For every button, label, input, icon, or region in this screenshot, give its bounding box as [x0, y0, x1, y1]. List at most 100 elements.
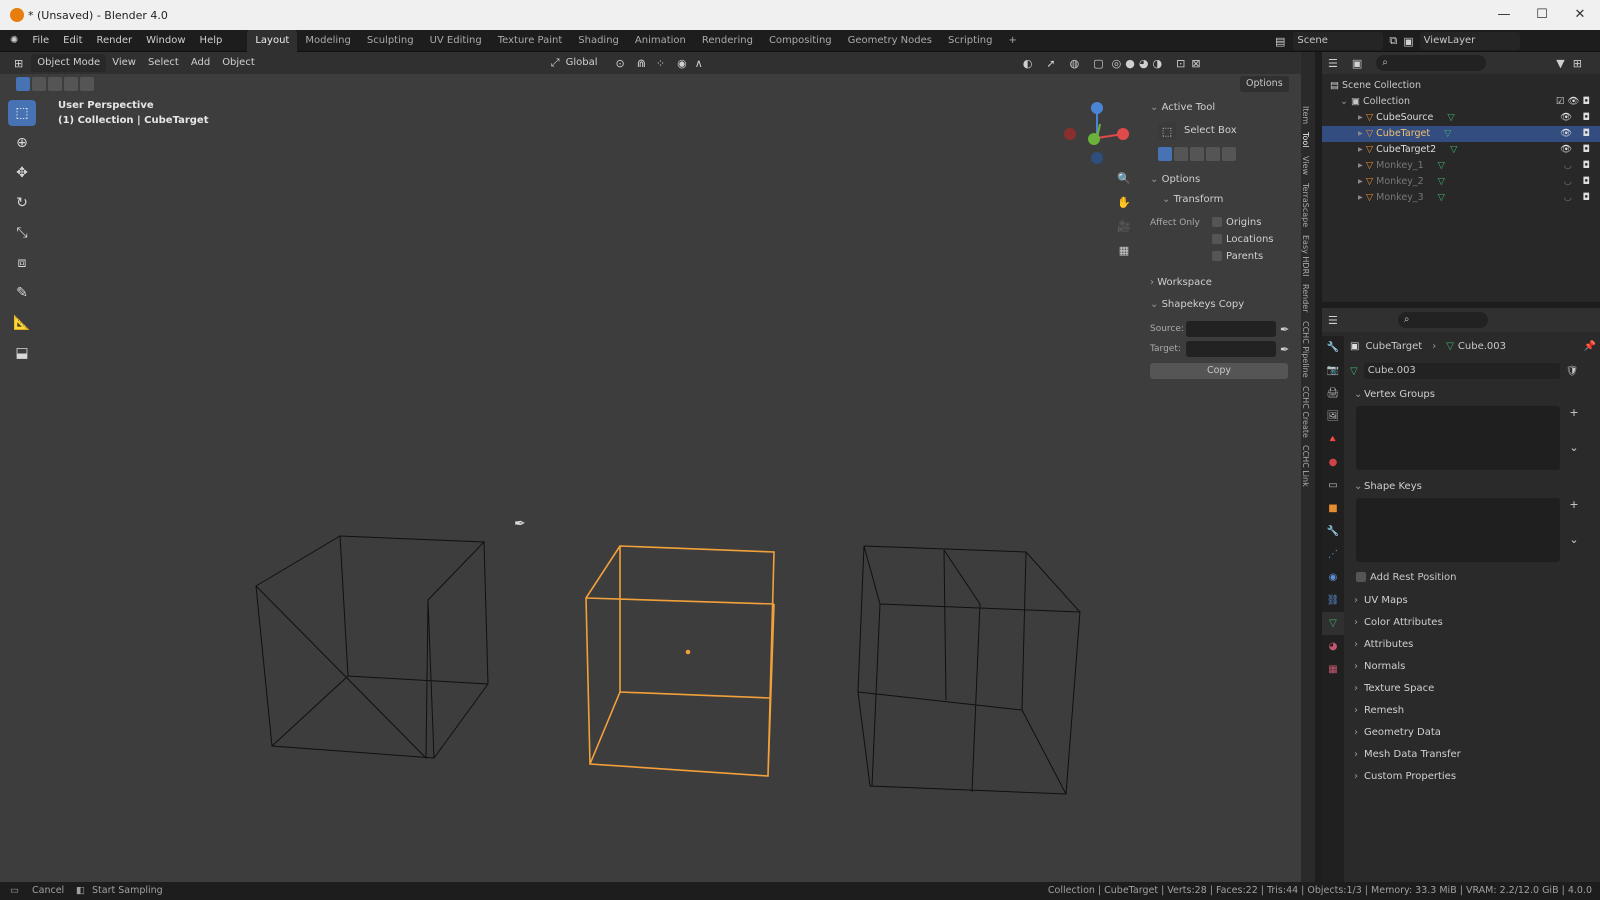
render-camera-icon[interactable]: ◘ — [1582, 110, 1590, 126]
tab-cchc-link[interactable]: CCHC Link — [1301, 441, 1310, 491]
texture-props-icon[interactable]: ▦ — [1322, 658, 1344, 681]
vertex-groups-list[interactable] — [1356, 406, 1560, 470]
add-shape-key-icon[interactable]: + — [1566, 498, 1582, 511]
add-vertex-group-icon[interactable]: + — [1566, 406, 1582, 419]
target-eyedropper-icon[interactable]: ✒ — [1280, 343, 1289, 356]
outliner-editor-icon[interactable]: ☰ — [1328, 57, 1338, 70]
property-section-mesh-data-transfer[interactable]: › Mesh Data Transfer — [1350, 744, 1596, 766]
properties-editor-icon[interactable]: ☰ — [1328, 314, 1338, 327]
breadcrumb-mesh[interactable]: Cube.003 — [1458, 341, 1506, 352]
tab-cchc-pipeline[interactable]: CCHC Pipeline — [1301, 317, 1310, 382]
expand-arrow-icon[interactable]: ▸ — [1358, 112, 1363, 123]
scene-props-icon[interactable]: 🔺 — [1322, 428, 1344, 451]
properties-search-input[interactable]: ⌕ — [1397, 312, 1488, 328]
view-layer-props-icon[interactable]: 🖼 — [1322, 405, 1344, 428]
navigation-gizmo[interactable] — [1064, 102, 1129, 164]
tab-animation[interactable]: Animation — [627, 30, 694, 52]
transform-header[interactable]: Transform — [1174, 194, 1224, 205]
locations-checkbox[interactable] — [1212, 234, 1222, 244]
target-field[interactable] — [1186, 341, 1276, 357]
vertex-group-menu-icon[interactable]: ⌄ — [1566, 441, 1582, 454]
source-eyedropper-icon[interactable]: ✒ — [1280, 323, 1289, 336]
property-section-geometry-data[interactable]: › Geometry Data — [1350, 722, 1596, 744]
camera-icon[interactable]: 🎥 — [1114, 220, 1134, 244]
property-section-normals[interactable]: › Normals — [1350, 656, 1596, 678]
origins-checkbox[interactable] — [1212, 217, 1222, 227]
render-camera-icon[interactable]: ◘ — [1582, 142, 1590, 158]
add-workspace-button[interactable]: + — [1000, 30, 1024, 52]
shape-key-menu-icon[interactable]: ⌄ — [1566, 533, 1582, 546]
tab-layout[interactable]: Layout — [247, 29, 298, 52]
visibility-eye-icon[interactable]: ◡ — [1564, 190, 1572, 206]
tab-cchc-create[interactable]: CCHC Create — [1301, 382, 1310, 442]
grid-view-icon[interactable]: ▦ — [1114, 244, 1134, 268]
world-props-icon[interactable]: ● — [1322, 451, 1344, 474]
source-field[interactable] — [1186, 321, 1276, 337]
render-camera-icon[interactable]: ◘ — [1582, 158, 1590, 174]
expand-arrow-icon[interactable]: ▸ — [1358, 144, 1363, 155]
render-props-icon[interactable]: 📷 — [1322, 359, 1344, 382]
tab-rendering[interactable]: Rendering — [694, 30, 761, 52]
shape-keys-panel[interactable]: ⌄ Shape Keys — [1350, 476, 1596, 498]
parents-checkbox[interactable] — [1212, 251, 1222, 261]
3d-viewport[interactable]: ⊞ Object Mode View Select Add Object ⤢ G… — [0, 52, 1308, 882]
mode-new-icon[interactable] — [1158, 147, 1172, 161]
object-props-icon[interactable]: ■ — [1322, 497, 1344, 520]
mode-invert-icon[interactable] — [1206, 147, 1220, 161]
visibility-eye-icon[interactable]: 👁 — [1560, 110, 1572, 126]
tab-shading[interactable]: Shading — [570, 30, 627, 52]
property-section-remesh[interactable]: › Remesh — [1350, 700, 1596, 722]
visibility-eye-icon[interactable]: ◡ — [1564, 174, 1572, 190]
copy-button[interactable]: Copy — [1150, 363, 1288, 379]
view-layer-selector[interactable]: ViewLayer — [1419, 32, 1520, 50]
tab-item[interactable]: Item — [1301, 102, 1310, 128]
zoom-icon[interactable]: 🔍 — [1114, 172, 1134, 196]
maximize-button[interactable]: ☐ — [1533, 6, 1551, 24]
mode-extend-icon[interactable] — [1174, 147, 1188, 161]
render-camera-icon[interactable]: ◘ — [1582, 174, 1590, 190]
physics-props-icon[interactable]: ◉ — [1322, 566, 1344, 589]
breadcrumb-object[interactable]: CubeTarget — [1365, 341, 1422, 352]
outliner-object-row[interactable]: ▸ ▽ Monkey_1 ▽ ◡ ◘ — [1322, 158, 1600, 174]
tab-view[interactable]: View — [1301, 152, 1310, 179]
tab-easy-hdri[interactable]: Easy HDRI — [1301, 231, 1310, 281]
outliner-object-row[interactable]: ▸ ▽ Monkey_2 ▽ ◡ ◘ — [1322, 174, 1600, 190]
tab-render[interactable]: Render — [1301, 280, 1310, 316]
tab-uv-editing[interactable]: UV Editing — [422, 30, 490, 52]
property-section-uv-maps[interactable]: › UV Maps — [1350, 590, 1596, 612]
outliner-object-row[interactable]: ▸ ▽ CubeTarget ▽ 👁 ◘ — [1322, 126, 1600, 142]
tool-props-icon[interactable]: 🔧 — [1322, 336, 1344, 359]
fake-user-icon[interactable]: 🛡 — [1566, 366, 1579, 377]
workspace-header[interactable]: Workspace — [1157, 277, 1212, 288]
tab-sculpting[interactable]: Sculpting — [359, 30, 422, 52]
output-props-icon[interactable]: 🖨 — [1322, 382, 1344, 405]
render-camera-icon[interactable]: ◘ — [1582, 190, 1590, 206]
tab-modeling[interactable]: Modeling — [297, 30, 359, 52]
tab-terrascape[interactable]: TerraScape — [1301, 179, 1310, 231]
outliner-object-row[interactable]: ▸ ▽ CubeTarget2 ▽ 👁 ◘ — [1322, 142, 1600, 158]
tab-compositing[interactable]: Compositing — [761, 30, 840, 52]
visibility-eye-icon[interactable]: ◡ — [1564, 158, 1572, 174]
close-button[interactable]: ✕ — [1571, 6, 1589, 24]
tab-geometry-nodes[interactable]: Geometry Nodes — [840, 30, 940, 52]
menu-render[interactable]: Render — [90, 30, 140, 52]
shape-keys-list[interactable] — [1356, 498, 1560, 562]
vertex-groups-panel[interactable]: ⌄ Vertex Groups — [1350, 384, 1596, 406]
property-section-attributes[interactable]: › Attributes — [1350, 634, 1596, 656]
mesh-name-field[interactable]: Cube.003 — [1363, 363, 1560, 379]
mode-subtract-icon[interactable] — [1190, 147, 1204, 161]
property-section-color-attributes[interactable]: › Color Attributes — [1350, 612, 1596, 634]
outliner-object-row[interactable]: ▸ ▽ Monkey_3 ▽ ◡ ◘ — [1322, 190, 1600, 206]
property-section-texture-space[interactable]: › Texture Space — [1350, 678, 1596, 700]
collection-props-icon[interactable]: ▭ — [1322, 474, 1344, 497]
visibility-eye-icon[interactable]: 👁 — [1560, 126, 1572, 142]
visibility-eye-icon[interactable]: 👁 — [1560, 142, 1572, 158]
shapekeys-copy-header[interactable]: Shapekeys Copy — [1162, 299, 1245, 310]
collection-row[interactable]: ⌄ ▣ Collection ☑ 👁 ◘ — [1322, 94, 1600, 110]
add-rest-position-checkbox[interactable] — [1356, 572, 1366, 582]
outliner-object-row[interactable]: ▸ ▽ CubeSource ▽ 👁 ◘ — [1322, 110, 1600, 126]
outliner-search-input[interactable]: ⌕ — [1376, 55, 1487, 71]
filter-icon[interactable]: ▼ — [1556, 57, 1564, 70]
tab-scripting[interactable]: Scripting — [940, 30, 1000, 52]
blender-menu-icon[interactable]: ✺ — [0, 30, 25, 52]
